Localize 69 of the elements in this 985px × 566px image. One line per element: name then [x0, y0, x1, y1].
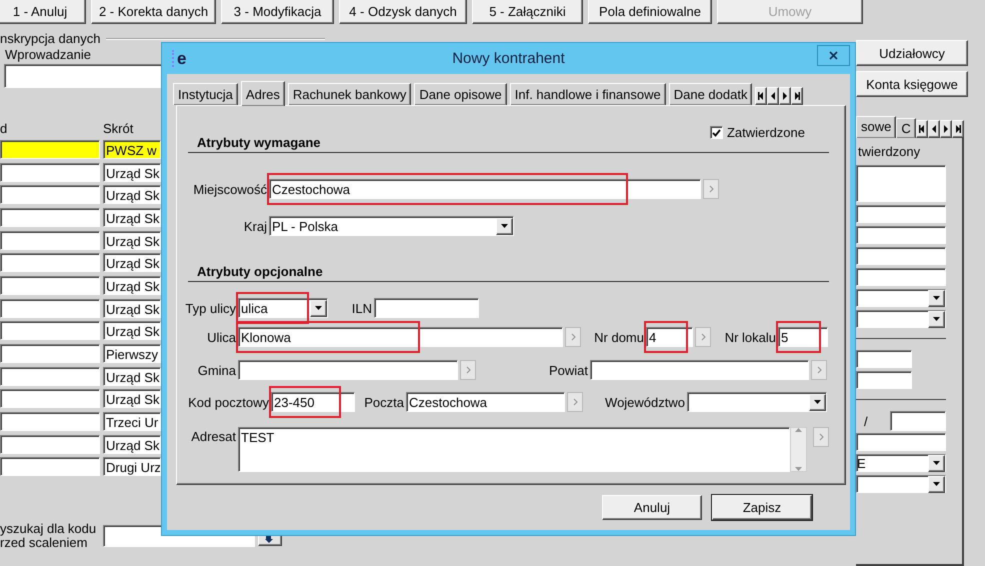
toolbar-button[interactable]: 1 - Anuluj [0, 0, 86, 24]
tab[interactable]: Adres [240, 81, 285, 106]
table-cell[interactable]: Urząd Sk [103, 276, 161, 295]
text-field[interactable]: 5 [778, 327, 828, 347]
column-header: Skrót [103, 121, 134, 138]
dropdown-field[interactable]: ulica [238, 298, 328, 318]
field-label: Nr lokalu [724, 330, 776, 344]
toolbar-button[interactable]: 5 - Załączniki [472, 0, 583, 24]
table-cell[interactable]: Drugi Urz [103, 457, 161, 476]
table-cell[interactable]: Urząd Sk [103, 162, 161, 182]
field-label: rzed scaleniem [0, 536, 88, 550]
checkbox-label: Zatwierdzone [726, 125, 805, 140]
text-field[interactable]: Klonowa [238, 327, 563, 347]
toolbar-button[interactable]: 2 - Korekta danych [91, 0, 216, 24]
field-label: Gmina [196, 362, 236, 378]
dropdown-field[interactable]: E [856, 454, 946, 472]
field-label: Nr domu [593, 330, 644, 344]
table-cell[interactable]: Urząd Sk [103, 321, 161, 340]
tab[interactable]: sowe [856, 116, 896, 138]
field-label: Ulica [206, 330, 236, 344]
field-label: Województwo [604, 394, 685, 410]
text-field[interactable]: Czestochowa [269, 179, 701, 199]
text-field[interactable]: 23-450 [271, 392, 355, 412]
tab[interactable]: Dane dodatk [668, 83, 752, 105]
field-label: Typ ulicy [184, 300, 236, 316]
side-button[interactable]: Konta księgowe [856, 71, 968, 97]
table-cell[interactable]: Urząd Sk [103, 389, 161, 408]
field-label: Wprowadzanie [5, 47, 91, 62]
tab[interactable]: Inf. handlowe i finansowe [510, 83, 666, 105]
field-label: Powiat [548, 362, 588, 378]
text-field[interactable]: 4 [646, 327, 693, 347]
tab[interactable]: Instytucja [173, 83, 238, 105]
text-field[interactable]: Czestochowa [406, 392, 565, 412]
field-label: Poczta [363, 394, 404, 410]
field-label: yszukaj dla kodu [0, 522, 98, 536]
memo-field[interactable]: TEST [238, 427, 790, 472]
separator-text: / [864, 414, 868, 428]
field-label: twierdzony [858, 144, 922, 159]
table-cell[interactable]: Urząd Sk [103, 253, 161, 272]
table-cell[interactable]: Urząd Sk [103, 230, 161, 250]
field-label: Adresat [190, 429, 236, 444]
dialog-button[interactable]: Zapisz [712, 495, 812, 520]
field-label: Miejscowość [192, 182, 267, 196]
table-cell[interactable]: Urząd Sk [103, 434, 161, 454]
column-header: d [0, 121, 8, 138]
side-button[interactable]: Udziałowcy [856, 40, 968, 66]
app-logo: e [172, 50, 186, 67]
section-title: Atrybuty opcjonalne [197, 264, 323, 279]
field-label: Kod pocztowy [187, 394, 269, 410]
toolbar-button[interactable]: 4 - Odzysk danych [339, 0, 467, 24]
table-cell[interactable]: Pierwszy [103, 344, 161, 364]
window-title: Nowy kontrahent [452, 50, 565, 67]
tab[interactable]: Rachunek bankowy [288, 83, 412, 105]
table-cell[interactable]: Urząd Sk [103, 208, 161, 227]
table-cell[interactable]: Urząd Sk [103, 298, 161, 318]
toolbar-button[interactable]: Pola definiowalne [588, 0, 712, 24]
tab[interactable]: Dane opisowe [414, 83, 507, 105]
section-title: Atrybuty wymagane [197, 135, 321, 150]
table-cell[interactable]: Urząd Sk [103, 185, 161, 204]
table-cell[interactable]: PWSZ w [103, 140, 161, 159]
tab[interactable]: C [896, 118, 916, 138]
group-title: nskrypcja danych [0, 31, 100, 46]
field-label: ILN [350, 300, 372, 316]
dropdown-field[interactable]: PL - Polska [269, 216, 514, 236]
table-cell[interactable]: Urząd Sk [103, 366, 161, 386]
toolbar-button[interactable]: 3 - Modyfikacja [221, 0, 334, 24]
field-label: Kraj [242, 218, 267, 234]
dialog-button[interactable]: Anuluj [602, 495, 702, 520]
table-cell[interactable]: Trzeci Ur [103, 412, 161, 432]
